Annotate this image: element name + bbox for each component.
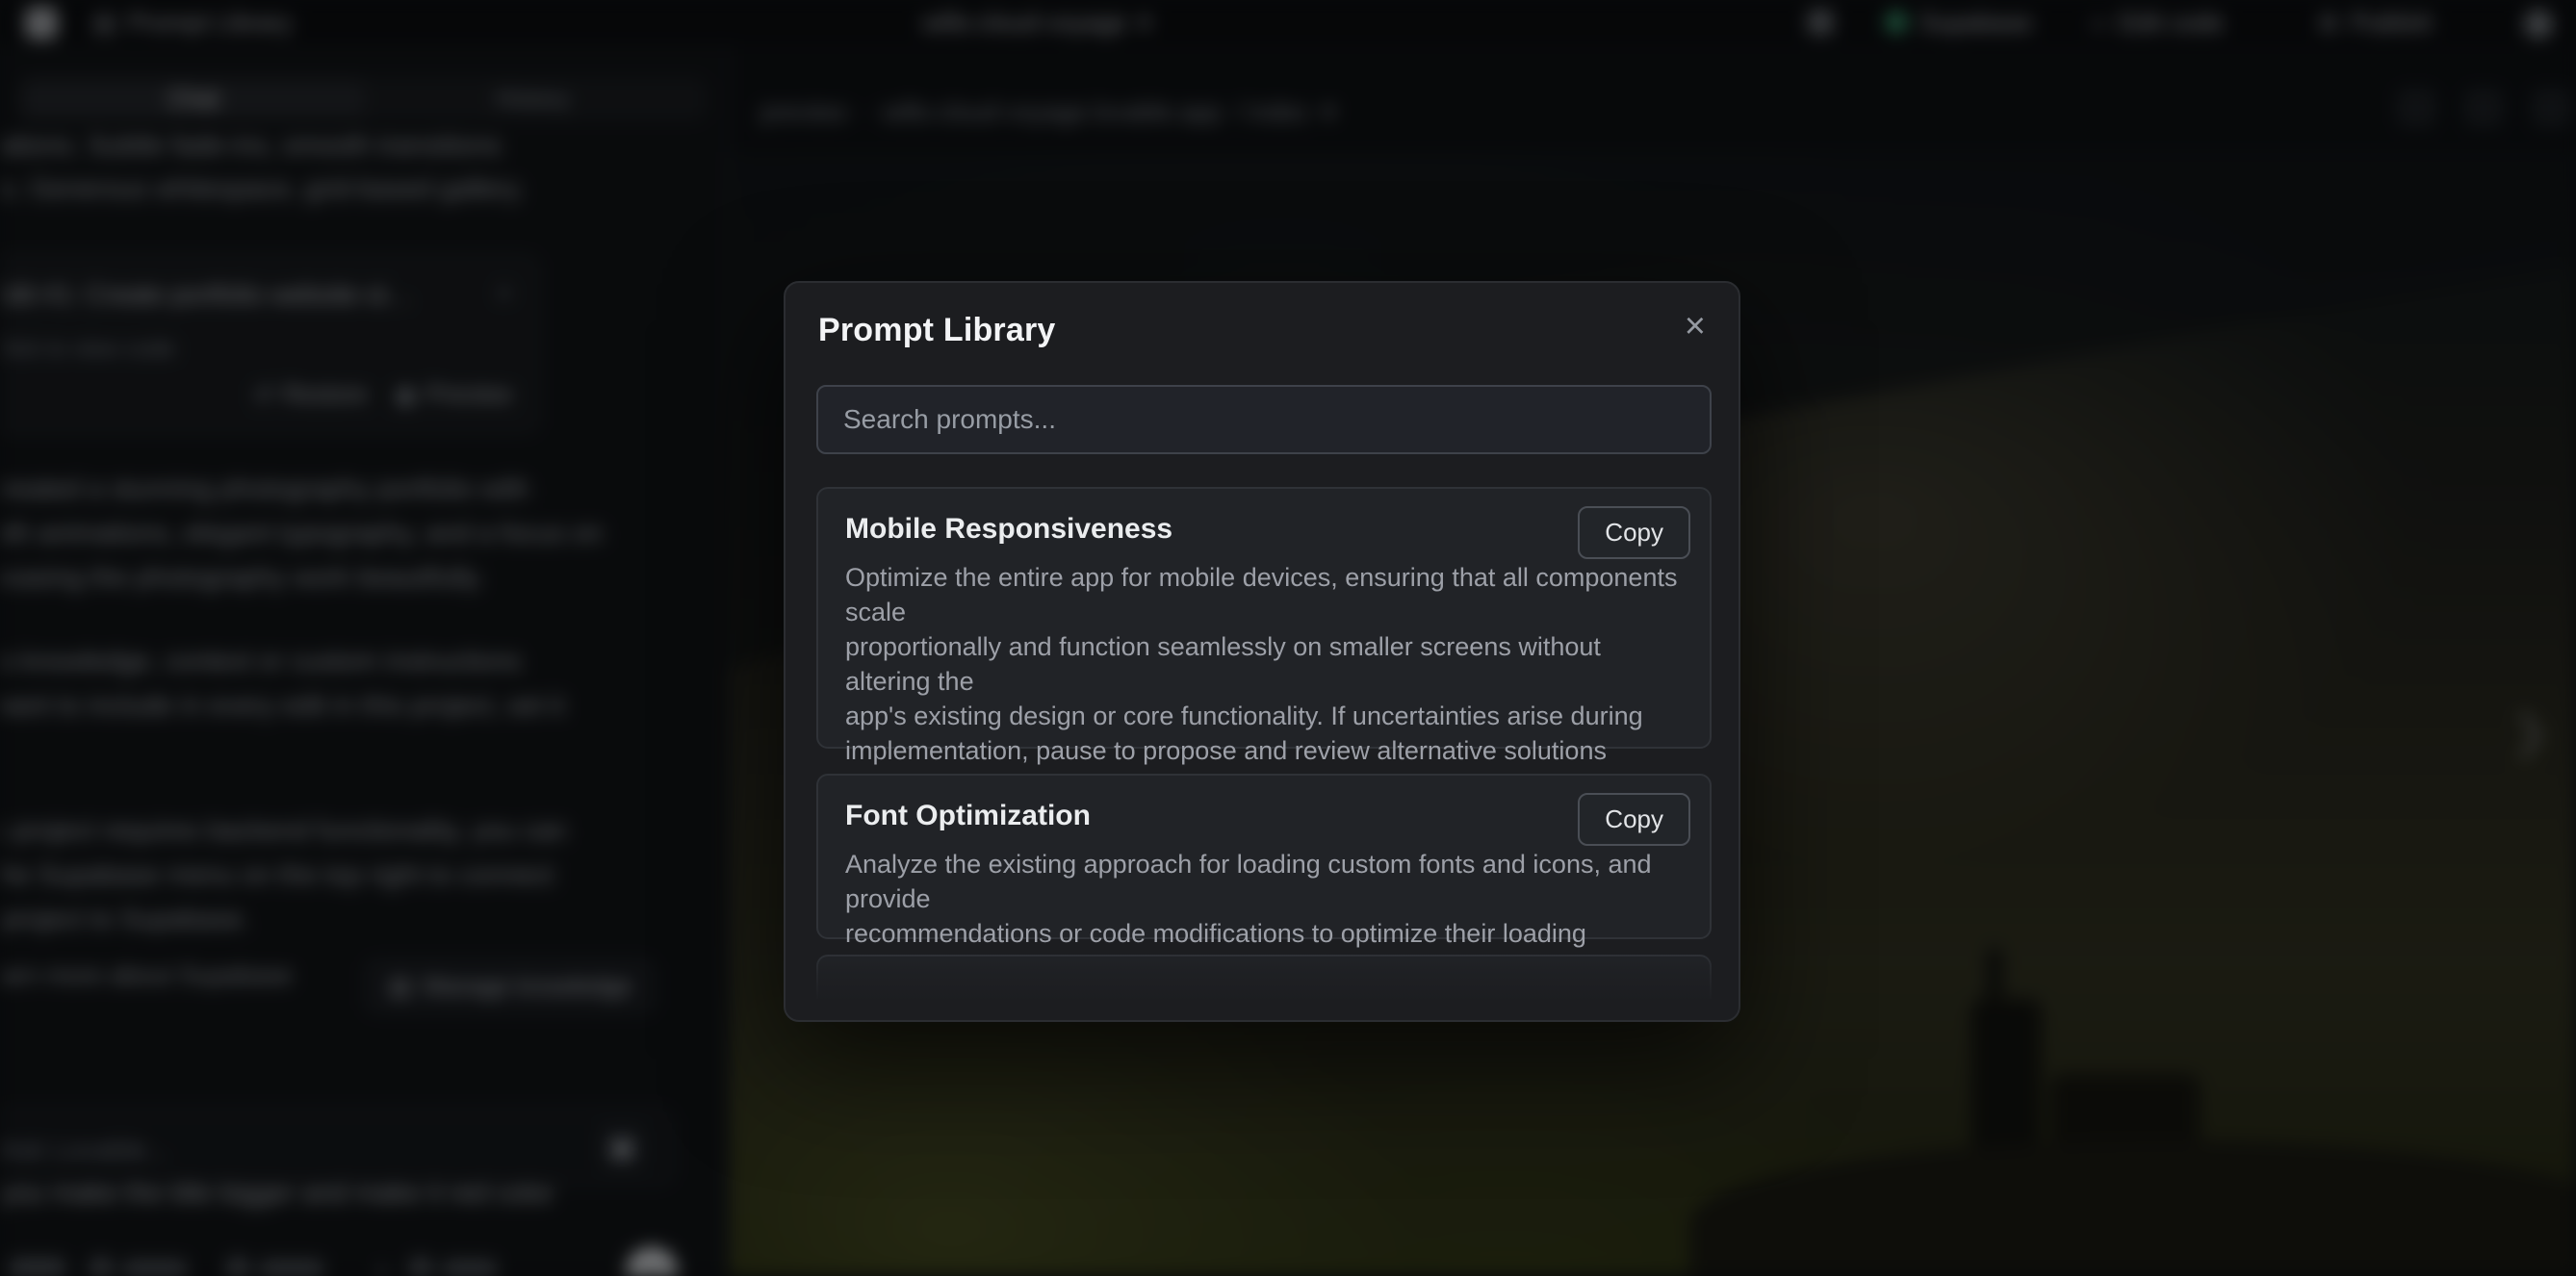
prompt-card: Mobile Responsiveness Copy Optimize the … — [816, 487, 1712, 749]
app-window: ▤ Prompt Library wills-cloud-voyage ▾ Su… — [0, 0, 2576, 1276]
close-icon[interactable]: × — [1685, 308, 1706, 345]
copy-button[interactable]: Copy — [1578, 793, 1690, 846]
search-input[interactable] — [816, 385, 1712, 454]
scroll-fade — [812, 953, 1717, 1003]
prompt-card-title: Mobile Responsiveness — [845, 510, 1683, 549]
prompt-card: Font Optimization Copy Analyze the exist… — [816, 774, 1712, 939]
modal-title: Prompt Library — [818, 312, 1056, 349]
prompt-card-title: Font Optimization — [845, 797, 1683, 835]
copy-button[interactable]: Copy — [1578, 506, 1690, 559]
prompt-library-modal: Prompt Library × Mobile Responsiveness C… — [784, 281, 1740, 1022]
